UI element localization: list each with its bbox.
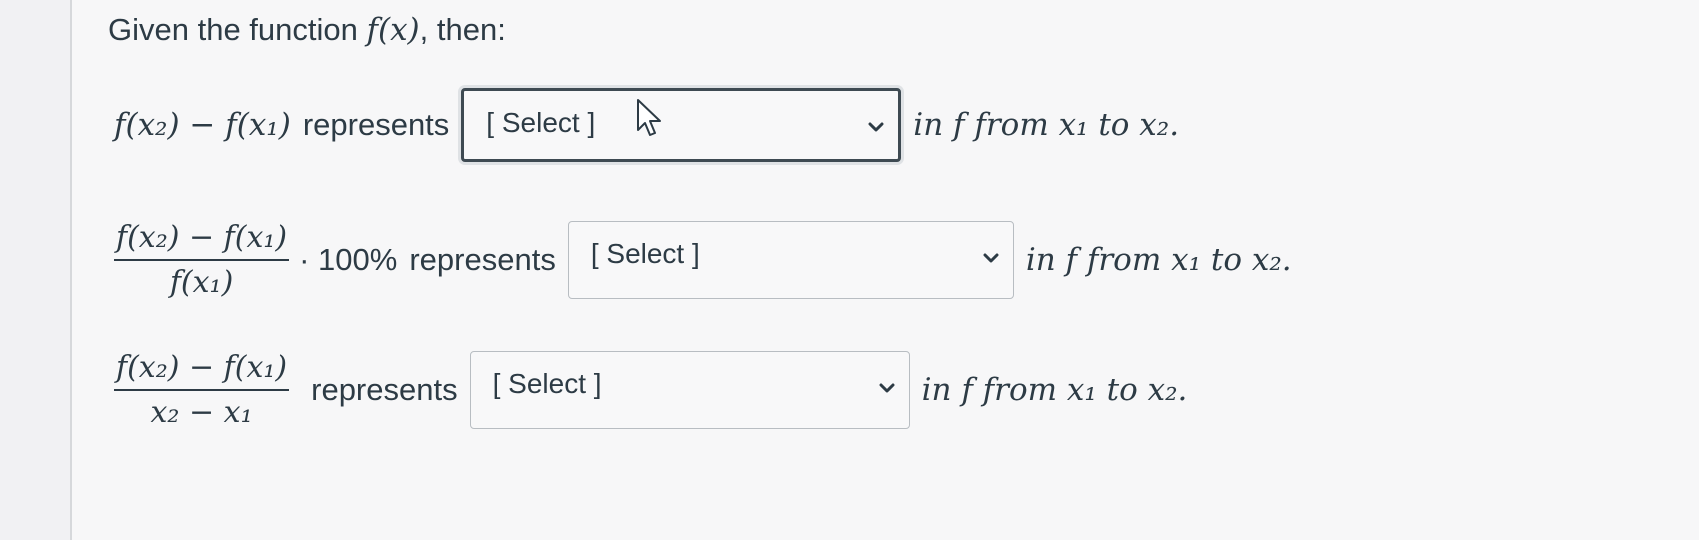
chevron-down-icon: [879, 383, 895, 393]
select-value: [ Select ]: [492, 368, 602, 399]
trailing-text: in f from x₁ to x₂.: [913, 107, 1180, 143]
intro-prefix: Given the function: [108, 12, 367, 47]
question-intro: Given the function f(x), then:: [108, 8, 506, 52]
percent-change-fraction: f(x₂) − f(x₁) f(x₁): [114, 220, 290, 300]
fraction-denominator: x₂ − x₁: [150, 395, 253, 430]
percent-multiplier: · 100%: [299, 242, 398, 277]
average-rate-fraction: f(x₂) − f(x₁) x₂ − x₁: [114, 350, 290, 430]
select-dropdown-1[interactable]: [ Select ]: [461, 88, 902, 162]
chevron-down-icon: [983, 253, 999, 263]
difference-expression: f(x₂) − f(x₁): [114, 107, 291, 143]
fraction-numerator: f(x₂) − f(x₁): [114, 220, 290, 261]
fraction-denominator: f(x₁): [169, 265, 234, 300]
represents-label: represents: [409, 242, 556, 277]
trailing-text: in f from x₁ to x₂.: [1025, 242, 1292, 278]
select-value: [ Select ]: [486, 107, 596, 138]
represents-label: represents: [302, 107, 450, 142]
question-row-3: f(x₂) − f(x₁) x₂ − x₁ represents [ Selec…: [114, 340, 1187, 440]
intro-suffix: , then:: [419, 12, 506, 47]
select-dropdown-3[interactable]: [ Select ]: [469, 351, 910, 429]
intro-function: f(x): [366, 12, 420, 48]
cursor-pointer-icon: [637, 99, 661, 136]
trailing-text: in f from x₁ to x₂.: [921, 372, 1188, 408]
chevron-down-icon: [868, 122, 884, 132]
question-row-2: f(x₂) − f(x₁) f(x₁) · 100% represents [ …: [114, 210, 1292, 310]
select-dropdown-2[interactable]: [ Select ]: [567, 221, 1014, 299]
represents-label: represents: [311, 372, 458, 407]
fraction-numerator: f(x₂) − f(x₁): [114, 350, 290, 391]
select-value: [ Select ]: [590, 238, 700, 269]
